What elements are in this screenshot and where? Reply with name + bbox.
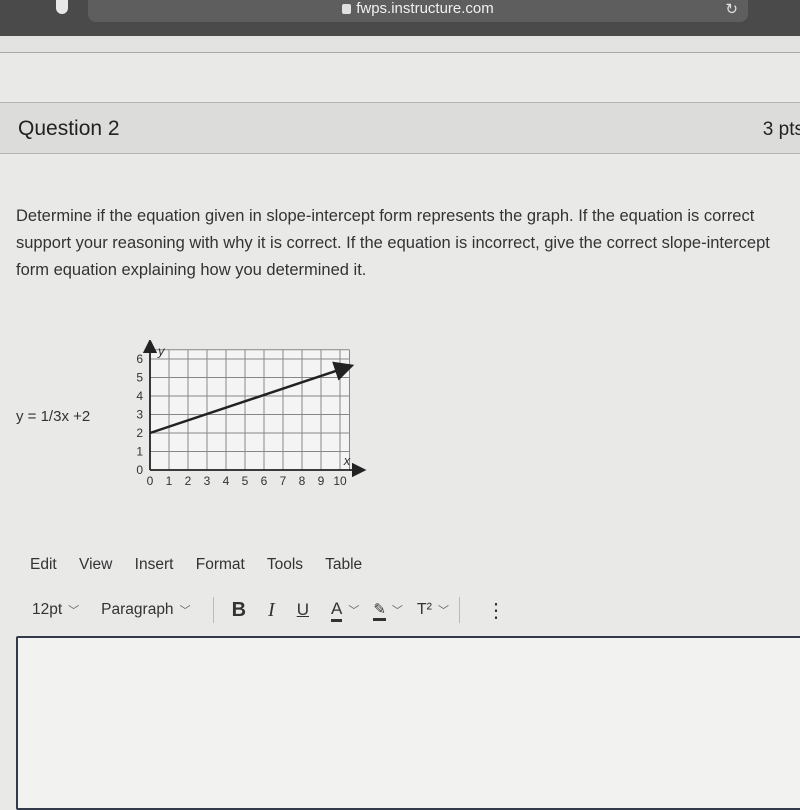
editor-toolbar: 12pt ﹀ Paragraph ﹀ B I U A ﹀ ✎ ﹀ T² ﹀ ⋮ (32, 596, 528, 624)
more-options-icon[interactable]: ⋮ (486, 598, 506, 623)
x-tick-label: 7 (280, 474, 287, 488)
menu-table[interactable]: Table (325, 556, 362, 573)
chevron-down-icon: ﹀ (348, 605, 360, 617)
line-graph: 0 1 2 3 4 5 6 7 8 9 100123456xy (136, 340, 367, 488)
y-tick-label: 0 (136, 463, 143, 477)
x-tick-label: 8 (299, 474, 306, 488)
reload-icon[interactable]: ↻ (725, 0, 738, 20)
text-color-icon: A (330, 599, 343, 622)
given-equation: y = 1/3x +2 (16, 408, 91, 425)
x-tick-label: 3 (204, 474, 211, 488)
question-points: 3 pts (762, 119, 800, 140)
x-tick-label: 9 (318, 474, 325, 488)
block-format-dropdown[interactable]: Paragraph ﹀ (101, 601, 212, 619)
x-tick-label: 10 (333, 474, 347, 488)
superscript-button[interactable]: T² ﹀ (417, 601, 459, 619)
x-tick-label: 5 (242, 474, 249, 488)
x-axis-label: x (343, 453, 351, 468)
page-top-strip (0, 36, 800, 53)
underline-button[interactable]: U (297, 600, 309, 620)
bold-button[interactable]: B (232, 599, 246, 622)
y-tick-label: 2 (136, 426, 143, 440)
chevron-down-icon: ﹀ (438, 605, 449, 617)
highlighter-icon: ✎ (373, 600, 386, 621)
y-tick-label: 1 (136, 445, 143, 459)
chevron-down-icon: ﹀ (391, 605, 403, 617)
answer-editor[interactable] (16, 636, 800, 810)
block-format-value: Paragraph (101, 601, 174, 618)
toolbar-divider (459, 597, 460, 623)
shield-icon[interactable] (56, 0, 68, 14)
italic-button[interactable]: I (268, 599, 275, 622)
browser-toolbar: fwps.instructure.com ↻ (0, 0, 800, 36)
lock-icon (342, 4, 352, 14)
chevron-down-icon: ﹀ (179, 605, 191, 617)
x-tick-label: 0 (147, 474, 154, 488)
font-size-dropdown[interactable]: 12pt ﹀ (32, 601, 101, 619)
chevron-down-icon: ﹀ (68, 605, 80, 617)
toolbar-divider (212, 597, 214, 623)
superscript-icon: T² (416, 601, 432, 618)
y-tick-label: 5 (136, 371, 143, 385)
menu-format[interactable]: Format (196, 556, 245, 573)
font-size-value: 12pt (32, 601, 63, 618)
x-tick-label: 4 (223, 474, 230, 488)
question-prompt: Determine if the equation given in slope… (16, 207, 770, 279)
menu-view[interactable]: View (79, 556, 112, 573)
menu-edit[interactable]: Edit (30, 556, 57, 573)
menu-tools[interactable]: Tools (267, 556, 303, 573)
y-tick-label: 4 (136, 389, 143, 403)
menu-insert[interactable]: Insert (135, 556, 174, 573)
x-tick-label: 1 (166, 474, 173, 488)
highlight-button[interactable]: ✎ ﹀ (373, 600, 417, 621)
url-text: fwps.instructure.com (356, 0, 494, 17)
x-tick-label: 6 (261, 474, 268, 488)
text-color-button[interactable]: A ﹀ (330, 599, 373, 622)
editor-menubar: Edit View Insert Format Tools Table (30, 556, 380, 574)
question-header: Question 2 3 pts (0, 102, 800, 154)
x-tick-label: 2 (185, 474, 192, 488)
question-title: Question 2 (18, 117, 120, 140)
address-bar[interactable]: fwps.instructure.com (88, 0, 748, 22)
y-tick-label: 3 (136, 408, 143, 422)
y-tick-label: 6 (136, 352, 143, 366)
